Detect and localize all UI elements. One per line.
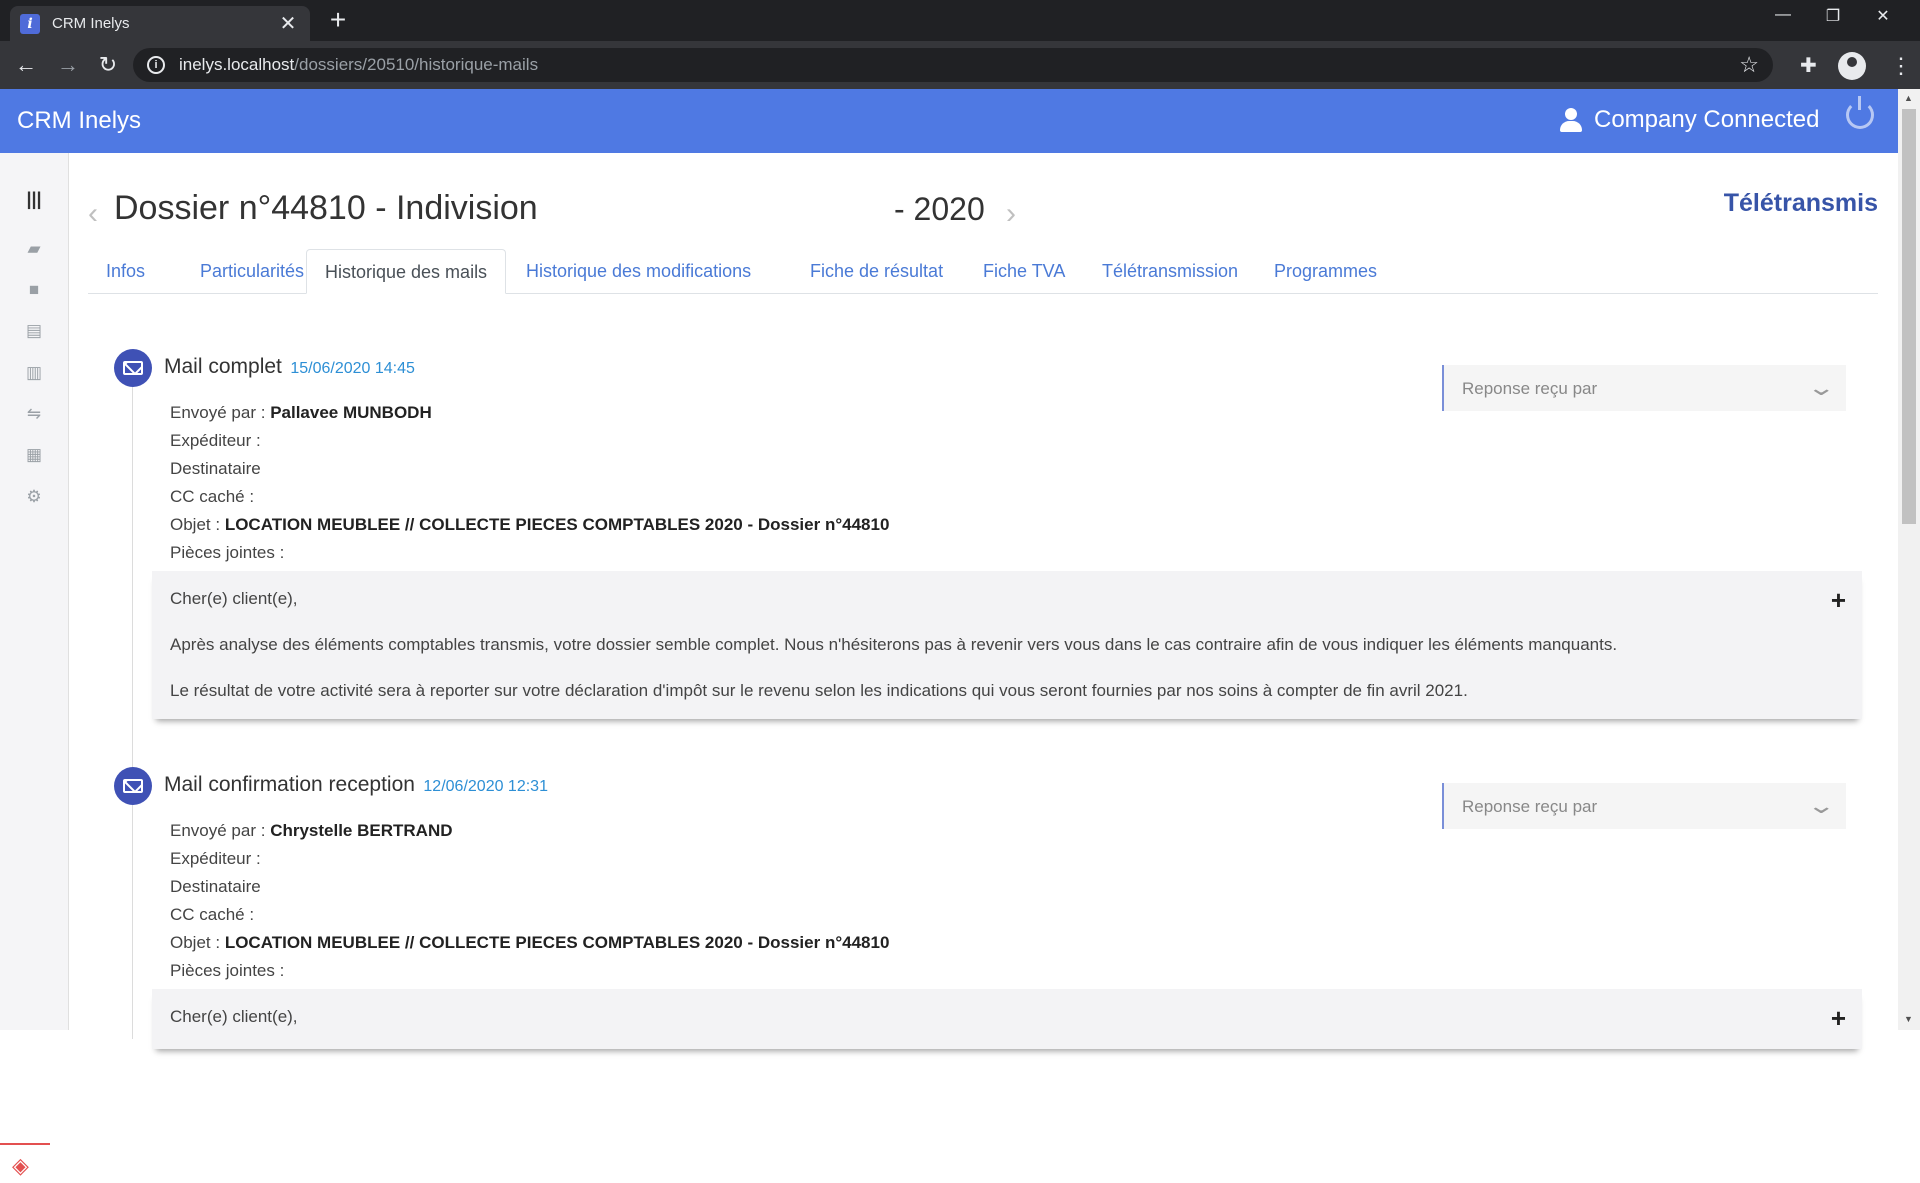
timeline-line: [132, 799, 133, 1039]
sender-label: Envoyé par :: [170, 403, 266, 422]
sender-label: Envoyé par :: [170, 821, 266, 840]
cc-label: CC caché :: [170, 487, 255, 506]
tab-fiche-tva[interactable]: Fiche TVA: [965, 249, 1083, 294]
mail-title: Mail confirmation reception: [164, 773, 415, 796]
mail-date: 12/06/2020 12:31: [423, 778, 548, 795]
app-brand[interactable]: CRM Inelys: [17, 107, 141, 135]
main-content: ‹ Dossier n°44810 - Indivision - 2020 › …: [88, 153, 1888, 1049]
mail-body-line: Cher(e) client(e),: [170, 589, 298, 608]
mail-body: + Cher(e) client(e),: [152, 989, 1862, 1049]
folder-icon[interactable]: ■: [24, 280, 44, 300]
scroll-thumb[interactable]: [1902, 109, 1916, 524]
restore-icon[interactable]: ❐: [1808, 6, 1858, 26]
debugbar-toggle[interactable]: ◈: [0, 1143, 50, 1183]
chart-icon[interactable]: ▦: [24, 445, 44, 465]
forward-icon[interactable]: →: [52, 49, 84, 81]
teletransmis-status: Télétransmis: [1723, 189, 1878, 217]
building-icon[interactable]: ▥: [24, 363, 44, 383]
gear-icon[interactable]: ⚙: [24, 487, 44, 507]
mail-icon: [114, 767, 152, 805]
expand-plus-icon[interactable]: +: [1831, 585, 1846, 616]
mail-heading: Mail confirmation reception 12/06/2020 1…: [164, 773, 548, 797]
cc-label: CC caché :: [170, 905, 255, 924]
mail-body-line: Après analyse des éléments comptables tr…: [170, 635, 1618, 654]
expand-plus-icon[interactable]: +: [1831, 1003, 1846, 1034]
user-label: Company Connected: [1594, 106, 1820, 133]
mail-date: 15/06/2020 14:45: [290, 360, 415, 377]
close-window-icon[interactable]: ✕: [1858, 6, 1908, 26]
menu-icon[interactable]: |||: [24, 189, 44, 210]
browser-menu-icon[interactable]: ⋮: [1890, 51, 1912, 81]
profile-avatar-icon[interactable]: [1838, 52, 1866, 80]
browser-tab[interactable]: i CRM Inelys ✕: [10, 6, 310, 41]
new-tab-icon[interactable]: +: [324, 6, 352, 34]
folder-open-icon[interactable]: ▰: [24, 239, 44, 259]
reponse-select[interactable]: Reponse reçu par ⌄: [1442, 365, 1846, 411]
browser-tabstrip: i CRM Inelys ✕ + — ❐ ✕: [0, 0, 1920, 41]
objet-value: LOCATION MEUBLEE // COLLECTE PIECES COMP…: [224, 515, 890, 534]
sender-value: Chrystelle BERTRAND: [270, 821, 453, 840]
pieces-label: Pièces jointes :: [170, 961, 285, 980]
minimize-icon[interactable]: —: [1758, 6, 1808, 24]
tab-historique-modifications[interactable]: Historique des modifications: [508, 249, 769, 294]
mail-metadata: Envoyé par : Pallavee MUNBODH Expéditeur…: [170, 399, 889, 567]
objet-label: Objet :: [170, 515, 221, 534]
scroll-down-icon[interactable]: ▼: [1904, 1014, 1913, 1024]
power-icon[interactable]: [1846, 96, 1874, 129]
previous-dossier-icon[interactable]: ‹: [88, 197, 98, 231]
expediteur-label: Expéditeur :: [170, 431, 261, 450]
chevron-down-icon: ⌄: [1806, 793, 1836, 818]
objet-value: LOCATION MEUBLEE // COLLECTE PIECES COMP…: [224, 933, 890, 952]
favicon-icon: i: [20, 13, 40, 34]
user-icon: [1560, 108, 1582, 132]
user-menu[interactable]: Company Connected: [1560, 106, 1819, 134]
mail-body: + Cher(e) client(e), Après analyse des é…: [152, 571, 1862, 719]
chevron-down-icon: ⌄: [1806, 375, 1836, 400]
back-icon[interactable]: ←: [10, 49, 42, 81]
mail-icon: [114, 349, 152, 387]
app-header: CRM Inelys Company Connected: [0, 89, 1898, 153]
bookmark-star-icon[interactable]: ☆: [1739, 52, 1759, 78]
tab-programmes[interactable]: Programmes: [1256, 249, 1395, 294]
sender-value: Pallavee MUNBODH: [270, 403, 432, 422]
url-host: inelys.localhost: [179, 55, 295, 74]
pieces-label: Pièces jointes :: [170, 543, 285, 562]
close-tab-icon[interactable]: ✕: [276, 11, 300, 36]
tab-historique-mails[interactable]: Historique des mails: [306, 249, 507, 294]
tab-infos[interactable]: Infos: [88, 249, 163, 294]
next-year-icon[interactable]: ›: [1006, 197, 1016, 231]
tab-teletransmission[interactable]: Télétransmission: [1084, 249, 1256, 294]
tab-fiche-resultat[interactable]: Fiche de résultat: [792, 249, 961, 294]
mail-body-line: Le résultat de votre activité sera à rep…: [170, 681, 1468, 700]
destinataire-label: Destinataire: [170, 877, 261, 896]
destinataire-label: Destinataire: [170, 459, 261, 478]
page-scrollbar[interactable]: ▲ ▼: [1898, 89, 1920, 1030]
dossier-tabs: Infos Particularités Historique des mail…: [88, 249, 1878, 294]
laravel-icon: ◈: [12, 1153, 29, 1178]
mail-title: Mail complet: [164, 355, 282, 378]
file-icon[interactable]: ▤: [24, 321, 44, 341]
sidebar: ||| ▰ ■ ▤ ▥ ⇋ ▦ ⚙ ◈: [0, 153, 69, 1178]
tab-title: CRM Inelys: [52, 15, 130, 32]
browser-toolbar: ← → ↻ i inelys.localhost/dossiers/20510/…: [0, 41, 1920, 89]
reponse-select[interactable]: Reponse reçu par ⌄: [1442, 783, 1846, 829]
url-path: /dossiers/20510/historique-mails: [294, 55, 539, 74]
expediteur-label: Expéditeur :: [170, 849, 261, 868]
address-bar[interactable]: i inelys.localhost/dossiers/20510/histor…: [133, 48, 1773, 82]
handshake-icon[interactable]: ⇋: [24, 404, 44, 424]
reload-icon[interactable]: ↻: [92, 49, 124, 81]
extensions-icon[interactable]: ✚: [1800, 53, 1817, 78]
mail-heading: Mail complet 15/06/2020 14:45: [164, 355, 415, 379]
reponse-placeholder: Reponse reçu par: [1462, 797, 1598, 816]
objet-label: Objet :: [170, 933, 221, 952]
mail-body-line: Cher(e) client(e),: [170, 1007, 298, 1026]
tab-particularites[interactable]: Particularités: [182, 249, 322, 294]
mail-metadata: Envoyé par : Chrystelle BERTRAND Expédit…: [170, 817, 889, 985]
scroll-up-icon[interactable]: ▲: [1904, 93, 1913, 103]
dossier-header: ‹ Dossier n°44810 - Indivision - 2020 › …: [88, 189, 1878, 237]
page-title: Dossier n°44810 - Indivision: [114, 189, 538, 227]
dossier-year: - 2020: [894, 191, 985, 227]
site-info-icon[interactable]: i: [147, 56, 165, 74]
reponse-placeholder: Reponse reçu par: [1462, 379, 1598, 398]
